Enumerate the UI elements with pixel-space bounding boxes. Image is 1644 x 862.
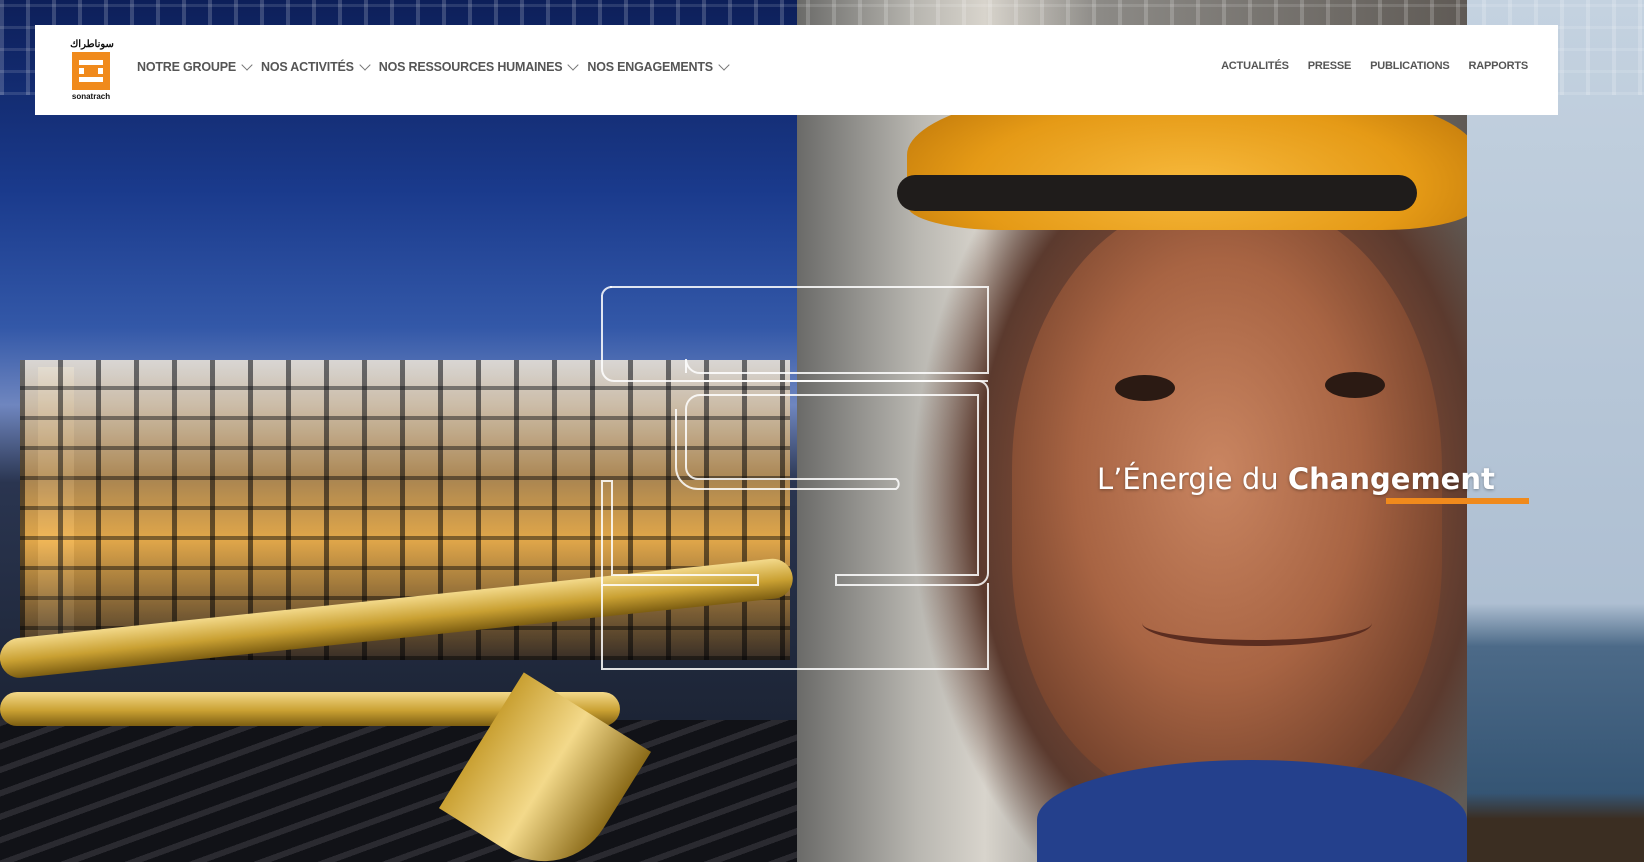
hero-tagline: L’Énergie du Changement bbox=[1097, 462, 1495, 496]
nav-link-presse[interactable]: PRESSE bbox=[1308, 60, 1352, 72]
site-header: سوناطراك sonatrach NOTRE GROUPE NOS ACTI… bbox=[35, 25, 1558, 115]
nav-item-nos-ressources-humaines[interactable]: NOS RESSOURCES HUMAINES bbox=[378, 59, 580, 74]
worker-eye bbox=[1325, 372, 1385, 398]
nav-item-label: NOS ACTIVITÉS bbox=[261, 60, 354, 74]
hero-image-sea bbox=[1467, 0, 1644, 862]
nav-item-label: NOS RESSOURCES HUMAINES bbox=[378, 60, 563, 74]
worker-eye bbox=[1115, 375, 1175, 401]
nav-item-label: NOS ENGAGEMENTS bbox=[587, 60, 713, 74]
nav-link-actualites[interactable]: ACTUALITÉS bbox=[1221, 60, 1289, 72]
main-nav: NOTRE GROUPE NOS ACTIVITÉS NOS RESSOURCE… bbox=[137, 59, 738, 74]
nav-item-label: NOTRE GROUPE bbox=[137, 60, 236, 74]
chevron-down-icon bbox=[718, 59, 730, 71]
nav-item-notre-groupe[interactable]: NOTRE GROUPE bbox=[137, 59, 253, 74]
sonatrach-outline-emblem bbox=[601, 285, 989, 670]
tagline-accent-underline bbox=[1386, 498, 1529, 504]
worker-face bbox=[1012, 200, 1442, 800]
secondary-nav: ACTUALITÉS PRESSE PUBLICATIONS RAPPORTS bbox=[1221, 60, 1528, 72]
nav-link-publications[interactable]: PUBLICATIONS bbox=[1370, 60, 1449, 72]
logo-mark-icon bbox=[72, 52, 110, 90]
nav-item-nos-activites[interactable]: NOS ACTIVITÉS bbox=[261, 59, 371, 74]
sonatrach-logo[interactable]: سوناطراك sonatrach bbox=[70, 39, 114, 101]
chevron-down-icon bbox=[241, 59, 253, 71]
worker-smile bbox=[1142, 600, 1372, 646]
nav-item-nos-engagements[interactable]: NOS ENGAGEMENTS bbox=[587, 59, 730, 74]
hero-tagline-bold: Changement bbox=[1287, 462, 1495, 496]
chevron-down-icon bbox=[359, 59, 371, 71]
plant-grating bbox=[0, 720, 797, 862]
nav-link-rapports[interactable]: RAPPORTS bbox=[1468, 60, 1528, 72]
hero-tagline-light: L’Énergie du bbox=[1097, 462, 1288, 496]
logo-arabic-text: سوناطراك bbox=[70, 39, 114, 50]
chevron-down-icon bbox=[567, 59, 580, 71]
worker-shirt bbox=[1037, 760, 1467, 862]
logo-wordmark: sonatrach bbox=[71, 92, 111, 101]
worker-helmet-brim bbox=[897, 175, 1417, 211]
